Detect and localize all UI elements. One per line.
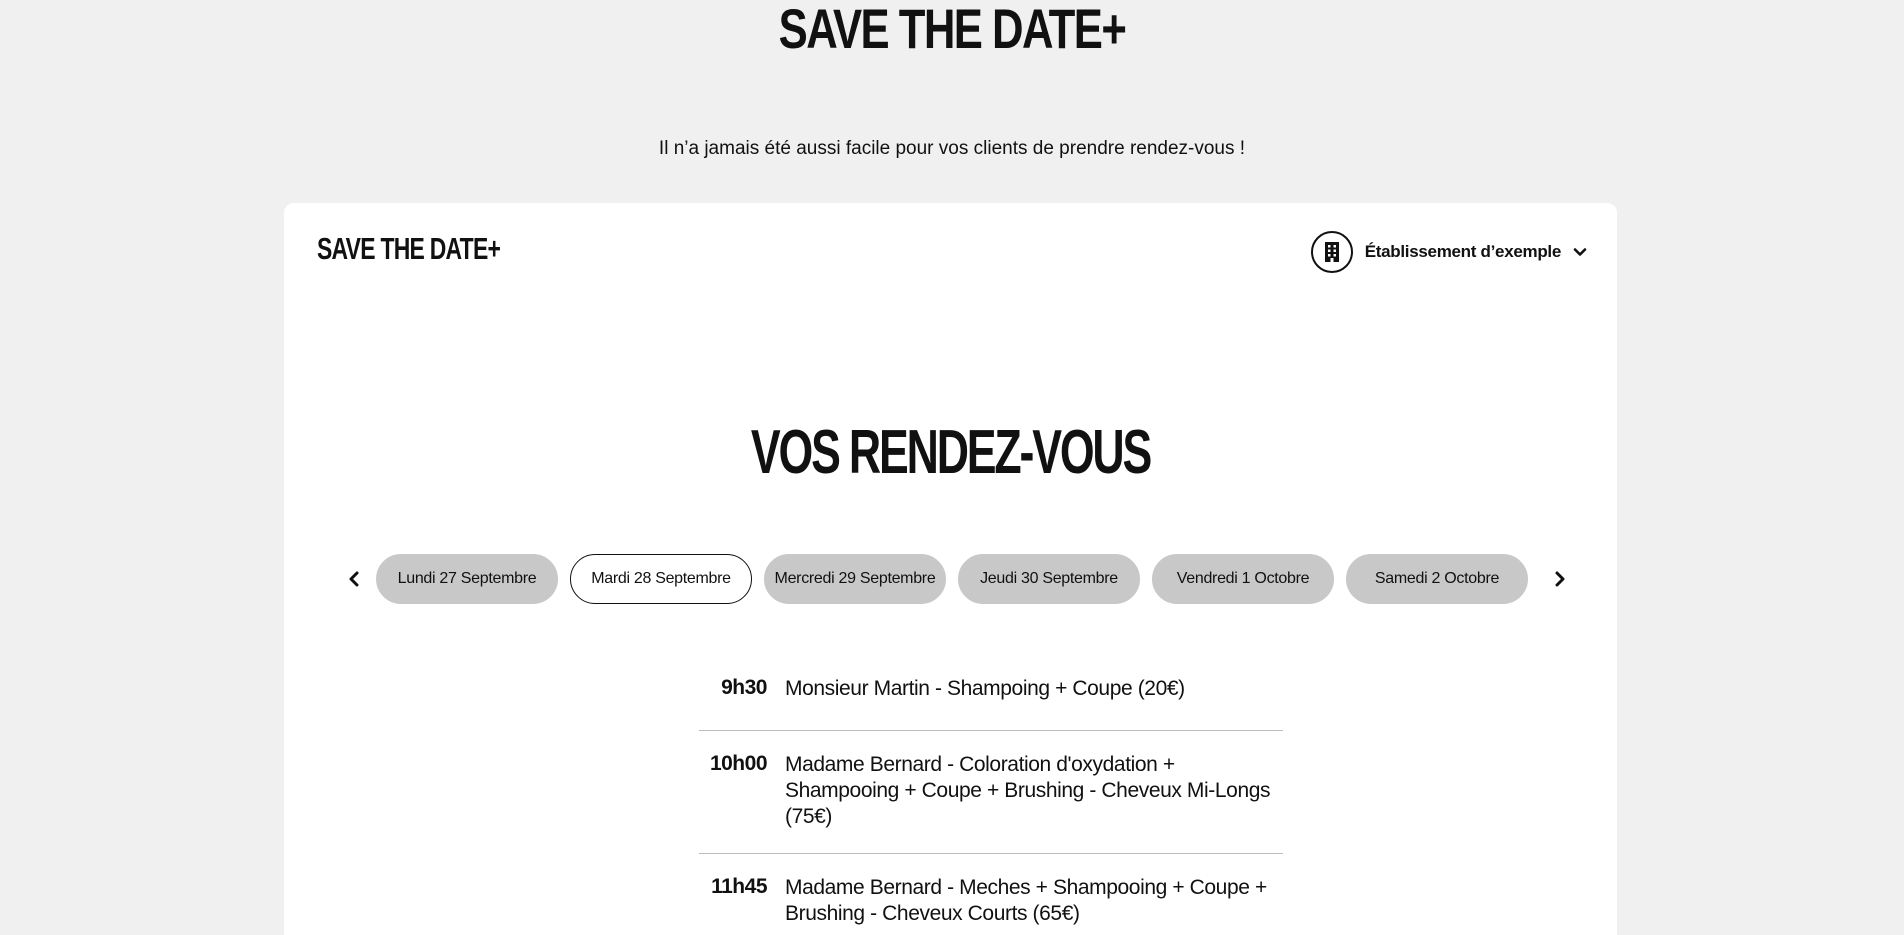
day-pill[interactable]: Lundi 27 Septembre	[376, 554, 558, 604]
establishment-selector[interactable]: Établissement d’exemple	[1310, 231, 1587, 273]
day-pill[interactable]: Samedi 2 Octobre	[1346, 554, 1528, 604]
appointment-row[interactable]: 9h30 Monsieur Martin - Shampoing + Coupe…	[699, 657, 1283, 731]
day-pill[interactable]: Vendredi 1 Octobre	[1152, 554, 1334, 604]
day-pill[interactable]: Jeudi 30 Septembre	[958, 554, 1140, 604]
establishment-label: Établissement d’exemple	[1364, 242, 1562, 261]
chevron-down-icon	[1573, 245, 1587, 259]
building-icon	[1310, 231, 1353, 273]
day-pill-selected[interactable]: Mardi 28 Septembre	[570, 554, 752, 604]
appointment-time: 10h00	[709, 752, 768, 775]
next-days-button[interactable]	[1550, 554, 1570, 604]
appointment-description: Madame Bernard - Meches + Shampooing + C…	[785, 876, 1267, 925]
booking-card: SAVE THE DATE+ Établissement d’exemple V…	[284, 203, 1617, 935]
appointment-time: 9h30	[721, 676, 767, 699]
section-title: VOS RENDEZ-VOUS	[750, 418, 1152, 487]
appointment-description: Madame Bernard - Coloration d'oxydation …	[785, 753, 1271, 828]
appointment-row[interactable]: 11h45 Madame Bernard - Meches + Shampooi…	[699, 854, 1283, 935]
day-pill[interactable]: Mercredi 29 Septembre	[764, 554, 946, 604]
appointment-time: 11h45	[711, 875, 767, 898]
chevron-left-icon	[349, 571, 359, 587]
hero-subtitle: Il n’a jamais été aussi facile pour vos …	[658, 138, 1246, 159]
day-selector: Lundi 27 Septembre Mardi 28 Septembre Me…	[344, 554, 1570, 604]
previous-days-button[interactable]	[344, 554, 364, 604]
appointment-row[interactable]: 10h00 Madame Bernard - Coloration d'oxyd…	[699, 731, 1283, 854]
appointment-list: 9h30 Monsieur Martin - Shampoing + Coupe…	[699, 657, 1283, 935]
chevron-right-icon	[1555, 571, 1565, 587]
appointment-description: Monsieur Martin - Shampoing + Coupe (20€…	[785, 677, 1185, 700]
card-logo[interactable]: SAVE THE DATE+	[317, 229, 501, 269]
hero-title: SAVE THE DATE+	[778, 0, 1127, 60]
